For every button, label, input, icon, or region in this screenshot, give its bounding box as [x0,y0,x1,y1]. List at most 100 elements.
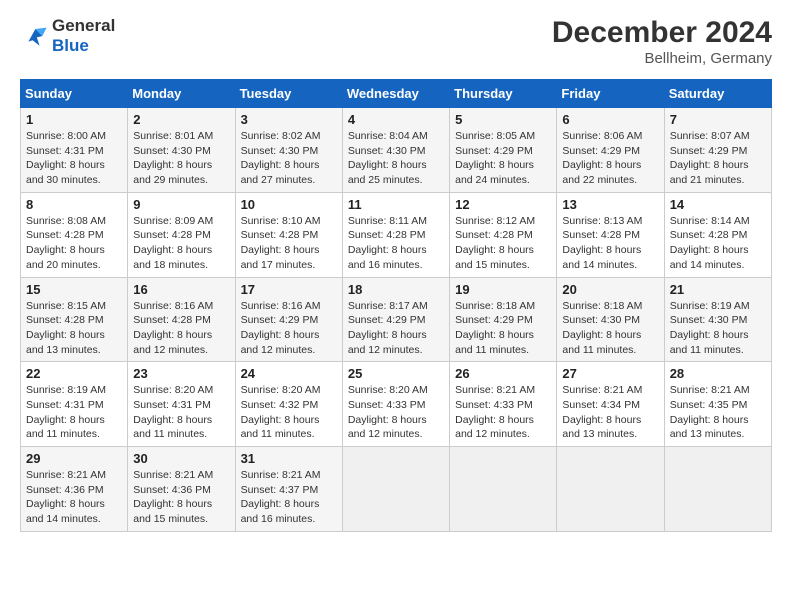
day-info: Sunrise: 8:16 AMSunset: 4:28 PMDaylight:… [133,300,213,356]
day-info: Sunrise: 8:14 AMSunset: 4:28 PMDaylight:… [670,215,750,271]
calendar-cell: 16 Sunrise: 8:16 AMSunset: 4:28 PMDaylig… [128,277,235,362]
day-info: Sunrise: 8:00 AMSunset: 4:31 PMDaylight:… [26,130,106,186]
calendar-cell: 7 Sunrise: 8:07 AMSunset: 4:29 PMDayligh… [664,108,771,193]
calendar-cell [557,447,664,532]
day-number: 13 [562,197,658,212]
day-number: 30 [133,451,229,466]
day-info: Sunrise: 8:15 AMSunset: 4:28 PMDaylight:… [26,300,106,356]
day-info: Sunrise: 8:11 AMSunset: 4:28 PMDaylight:… [348,215,427,271]
calendar-cell: 19 Sunrise: 8:18 AMSunset: 4:29 PMDaylig… [450,277,557,362]
day-info: Sunrise: 8:19 AMSunset: 4:30 PMDaylight:… [670,300,750,356]
calendar-cell: 5 Sunrise: 8:05 AMSunset: 4:29 PMDayligh… [450,108,557,193]
day-info: Sunrise: 8:21 AMSunset: 4:33 PMDaylight:… [455,384,535,440]
day-number: 21 [670,282,766,297]
calendar-week-row: 15 Sunrise: 8:15 AMSunset: 4:28 PMDaylig… [21,277,772,362]
day-number: 12 [455,197,551,212]
calendar-cell: 14 Sunrise: 8:14 AMSunset: 4:28 PMDaylig… [664,192,771,277]
calendar-body: 1 Sunrise: 8:00 AMSunset: 4:31 PMDayligh… [21,108,772,532]
calendar-cell: 23 Sunrise: 8:20 AMSunset: 4:31 PMDaylig… [128,362,235,447]
calendar-header-monday: Monday [128,80,235,108]
day-number: 4 [348,112,444,127]
day-number: 25 [348,366,444,381]
day-number: 8 [26,197,122,212]
day-number: 27 [562,366,658,381]
day-info: Sunrise: 8:12 AMSunset: 4:28 PMDaylight:… [455,215,535,271]
day-number: 11 [348,197,444,212]
calendar-cell: 8 Sunrise: 8:08 AMSunset: 4:28 PMDayligh… [21,192,128,277]
day-info: Sunrise: 8:19 AMSunset: 4:31 PMDaylight:… [26,384,106,440]
day-number: 22 [26,366,122,381]
day-number: 6 [562,112,658,127]
calendar-cell: 11 Sunrise: 8:11 AMSunset: 4:28 PMDaylig… [342,192,449,277]
calendar-table: SundayMondayTuesdayWednesdayThursdayFrid… [20,79,772,532]
logo-text: General Blue [52,16,115,55]
calendar-header-saturday: Saturday [664,80,771,108]
day-info: Sunrise: 8:06 AMSunset: 4:29 PMDaylight:… [562,130,642,186]
day-info: Sunrise: 8:20 AMSunset: 4:33 PMDaylight:… [348,384,428,440]
calendar-cell: 22 Sunrise: 8:19 AMSunset: 4:31 PMDaylig… [21,362,128,447]
day-info: Sunrise: 8:21 AMSunset: 4:34 PMDaylight:… [562,384,642,440]
calendar-week-row: 1 Sunrise: 8:00 AMSunset: 4:31 PMDayligh… [21,108,772,193]
calendar-cell: 1 Sunrise: 8:00 AMSunset: 4:31 PMDayligh… [21,108,128,193]
day-info: Sunrise: 8:01 AMSunset: 4:30 PMDaylight:… [133,130,213,186]
day-info: Sunrise: 8:17 AMSunset: 4:29 PMDaylight:… [348,300,428,356]
day-info: Sunrise: 8:20 AMSunset: 4:32 PMDaylight:… [241,384,321,440]
day-number: 14 [670,197,766,212]
day-info: Sunrise: 8:18 AMSunset: 4:29 PMDaylight:… [455,300,535,356]
page-header: General Blue December 2024 Bellheim, Ger… [20,16,772,67]
calendar-header-tuesday: Tuesday [235,80,342,108]
day-number: 1 [26,112,122,127]
calendar-cell: 30 Sunrise: 8:21 AMSunset: 4:36 PMDaylig… [128,447,235,532]
title-block: December 2024 Bellheim, Germany [552,16,772,67]
calendar-cell: 13 Sunrise: 8:13 AMSunset: 4:28 PMDaylig… [557,192,664,277]
day-info: Sunrise: 8:16 AMSunset: 4:29 PMDaylight:… [241,300,321,356]
location-title: Bellheim, Germany [552,50,772,67]
calendar-week-row: 22 Sunrise: 8:19 AMSunset: 4:31 PMDaylig… [21,362,772,447]
calendar-cell: 29 Sunrise: 8:21 AMSunset: 4:36 PMDaylig… [21,447,128,532]
day-info: Sunrise: 8:21 AMSunset: 4:36 PMDaylight:… [26,469,106,525]
calendar-week-row: 29 Sunrise: 8:21 AMSunset: 4:36 PMDaylig… [21,447,772,532]
calendar-cell: 12 Sunrise: 8:12 AMSunset: 4:28 PMDaylig… [450,192,557,277]
day-number: 3 [241,112,337,127]
day-number: 15 [26,282,122,297]
calendar-cell: 20 Sunrise: 8:18 AMSunset: 4:30 PMDaylig… [557,277,664,362]
day-number: 28 [670,366,766,381]
calendar-cell: 6 Sunrise: 8:06 AMSunset: 4:29 PMDayligh… [557,108,664,193]
day-info: Sunrise: 8:21 AMSunset: 4:37 PMDaylight:… [241,469,321,525]
day-number: 23 [133,366,229,381]
calendar-cell: 25 Sunrise: 8:20 AMSunset: 4:33 PMDaylig… [342,362,449,447]
calendar-cell: 15 Sunrise: 8:15 AMSunset: 4:28 PMDaylig… [21,277,128,362]
day-info: Sunrise: 8:18 AMSunset: 4:30 PMDaylight:… [562,300,642,356]
day-number: 5 [455,112,551,127]
calendar-cell: 4 Sunrise: 8:04 AMSunset: 4:30 PMDayligh… [342,108,449,193]
day-number: 7 [670,112,766,127]
calendar-header-friday: Friday [557,80,664,108]
day-number: 31 [241,451,337,466]
calendar-cell: 21 Sunrise: 8:19 AMSunset: 4:30 PMDaylig… [664,277,771,362]
day-info: Sunrise: 8:10 AMSunset: 4:28 PMDaylight:… [241,215,321,271]
calendar-cell: 24 Sunrise: 8:20 AMSunset: 4:32 PMDaylig… [235,362,342,447]
day-number: 17 [241,282,337,297]
calendar-header-sunday: Sunday [21,80,128,108]
day-number: 26 [455,366,551,381]
calendar-cell: 2 Sunrise: 8:01 AMSunset: 4:30 PMDayligh… [128,108,235,193]
calendar-week-row: 8 Sunrise: 8:08 AMSunset: 4:28 PMDayligh… [21,192,772,277]
day-info: Sunrise: 8:05 AMSunset: 4:29 PMDaylight:… [455,130,535,186]
day-number: 18 [348,282,444,297]
day-info: Sunrise: 8:07 AMSunset: 4:29 PMDaylight:… [670,130,750,186]
calendar-cell: 3 Sunrise: 8:02 AMSunset: 4:30 PMDayligh… [235,108,342,193]
calendar-cell: 10 Sunrise: 8:10 AMSunset: 4:28 PMDaylig… [235,192,342,277]
calendar-cell: 18 Sunrise: 8:17 AMSunset: 4:29 PMDaylig… [342,277,449,362]
day-info: Sunrise: 8:08 AMSunset: 4:28 PMDaylight:… [26,215,106,271]
calendar-cell [450,447,557,532]
day-info: Sunrise: 8:21 AMSunset: 4:35 PMDaylight:… [670,384,750,440]
calendar-cell: 17 Sunrise: 8:16 AMSunset: 4:29 PMDaylig… [235,277,342,362]
day-number: 20 [562,282,658,297]
day-number: 9 [133,197,229,212]
day-info: Sunrise: 8:02 AMSunset: 4:30 PMDaylight:… [241,130,321,186]
day-number: 16 [133,282,229,297]
calendar-cell: 31 Sunrise: 8:21 AMSunset: 4:37 PMDaylig… [235,447,342,532]
calendar-cell [342,447,449,532]
day-info: Sunrise: 8:21 AMSunset: 4:36 PMDaylight:… [133,469,213,525]
calendar-cell: 28 Sunrise: 8:21 AMSunset: 4:35 PMDaylig… [664,362,771,447]
